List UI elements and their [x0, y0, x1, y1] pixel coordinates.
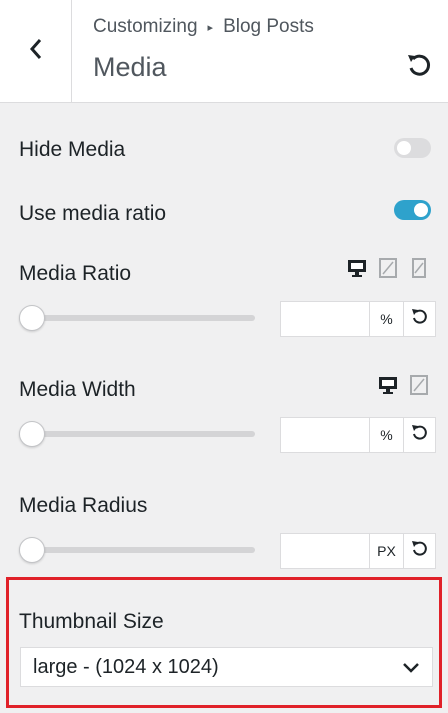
back-button[interactable] — [0, 0, 72, 103]
media-radius-unit-button[interactable]: PX — [370, 533, 404, 569]
breadcrumb-current: Blog Posts — [223, 16, 314, 37]
slider-thumb[interactable] — [19, 421, 45, 447]
breadcrumb-parent: Customizing — [93, 16, 198, 37]
reset-icon — [411, 308, 429, 331]
slider-thumb[interactable] — [19, 537, 45, 563]
hide-media-label: Hide Media — [19, 138, 126, 161]
undo-icon — [405, 52, 433, 85]
thumbnail-size-label: Thumbnail Size — [19, 610, 164, 633]
tablet-icon[interactable] — [377, 257, 399, 279]
chevron-left-icon — [28, 37, 44, 66]
media-width-label: Media Width — [19, 378, 136, 401]
media-width-reset-button[interactable] — [404, 417, 436, 453]
thumbnail-size-select[interactable]: large - (1024 x 1024) — [20, 647, 433, 687]
reset-icon — [411, 424, 429, 447]
media-ratio-unit-button[interactable]: % — [370, 301, 404, 337]
media-width-unit-button[interactable]: % — [370, 417, 404, 453]
slider-track — [29, 315, 255, 321]
toggle-knob — [414, 203, 428, 217]
thumbnail-size-highlight — [6, 577, 442, 708]
thumbnail-size-selected-value: large - (1024 x 1024) — [33, 655, 219, 678]
use-media-ratio-label: Use media ratio — [19, 202, 167, 225]
slider-track — [29, 431, 255, 437]
toggle-knob — [397, 141, 411, 155]
media-ratio-label: Media Ratio — [19, 262, 132, 285]
tablet-icon[interactable] — [408, 374, 430, 396]
desktop-icon[interactable] — [346, 257, 368, 279]
desktop-icon[interactable] — [377, 374, 399, 396]
media-radius-label: Media Radius — [19, 494, 148, 517]
use-media-ratio-toggle[interactable] — [394, 200, 431, 220]
media-ratio-reset-button[interactable] — [404, 301, 436, 337]
breadcrumb: Customizing ▸ Blog Posts — [93, 16, 314, 38]
hide-media-toggle[interactable] — [394, 138, 431, 158]
mobile-icon[interactable] — [408, 257, 430, 279]
media-width-input[interactable] — [280, 417, 370, 453]
media-radius-input[interactable] — [280, 533, 370, 569]
slider-track — [29, 547, 255, 553]
section-title: Media — [93, 52, 167, 82]
media-ratio-slider[interactable] — [19, 303, 255, 333]
media-radius-slider[interactable] — [19, 535, 255, 565]
media-ratio-input[interactable] — [280, 301, 370, 337]
undo-button[interactable] — [403, 52, 435, 84]
reset-icon — [411, 540, 429, 563]
breadcrumb-separator: ▸ — [207, 21, 214, 34]
media-radius-reset-button[interactable] — [404, 533, 436, 569]
slider-thumb[interactable] — [19, 305, 45, 331]
customizer-header: Customizing ▸ Blog Posts Media — [0, 0, 448, 103]
media-width-slider[interactable] — [19, 419, 255, 449]
chevron-down-icon — [402, 659, 420, 683]
